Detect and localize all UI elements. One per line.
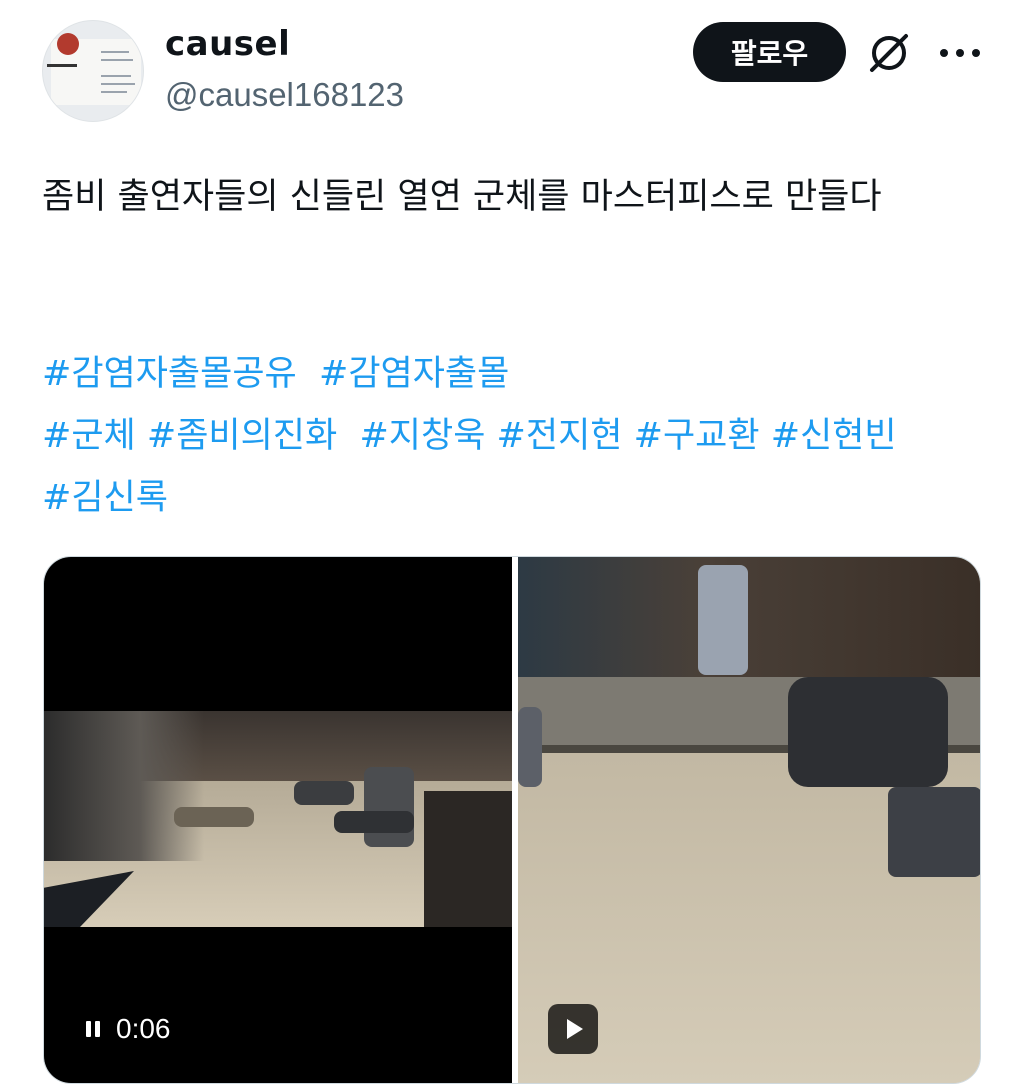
play-icon[interactable]: [548, 1004, 598, 1054]
video-frame: [518, 557, 980, 677]
media-grid: 0:06: [43, 556, 981, 1084]
hashtag[interactable]: #신현빈: [771, 416, 897, 456]
hashtag[interactable]: #지창욱: [359, 416, 485, 456]
tweet-text: 좀비 출연자들의 신들린 열연 군체를 마스터피스로 만들다: [42, 177, 882, 217]
video-controls: 0:06: [86, 1013, 171, 1045]
follow-button[interactable]: 팔로우: [693, 22, 846, 82]
grok-icon[interactable]: [866, 30, 912, 76]
hashtag[interactable]: #감염자출몰: [319, 354, 509, 394]
avatar-card-line: [101, 59, 133, 61]
pause-icon[interactable]: [86, 1021, 100, 1037]
avatar-card-line: [101, 91, 127, 93]
avatar-logo-graphic: [47, 61, 77, 74]
hashtag[interactable]: #감염자출몰공유: [42, 354, 297, 394]
hashtag[interactable]: #구교환: [634, 416, 760, 456]
hashtag[interactable]: #군체: [42, 416, 136, 456]
video-player-1[interactable]: 0:06: [44, 557, 512, 1083]
video-frame: [44, 711, 512, 927]
tweet-header: causel @causel168123 팔로우: [0, 0, 1024, 130]
more-dots-icon[interactable]: [940, 38, 980, 68]
avatar[interactable]: [42, 20, 144, 122]
avatar-card-line: [101, 75, 131, 77]
avatar-card-line: [101, 83, 135, 85]
author-handle[interactable]: @causel168123: [165, 76, 404, 114]
video-timestamp: 0:06: [116, 1013, 171, 1044]
seal-graphic: [57, 33, 79, 55]
video-player-2[interactable]: [518, 557, 980, 1083]
hashtag[interactable]: #좀비의진화: [147, 416, 337, 456]
author-name[interactable]: causel: [165, 24, 290, 64]
hashtag[interactable]: #전지현: [497, 416, 623, 456]
hashtag[interactable]: #김신록: [42, 478, 168, 518]
hashtag-list: #감염자출몰공유 #감염자출몰 #군체 #좀비의진화 #지창욱 #전지현 #구교…: [42, 343, 1002, 529]
avatar-card-line: [101, 51, 129, 53]
